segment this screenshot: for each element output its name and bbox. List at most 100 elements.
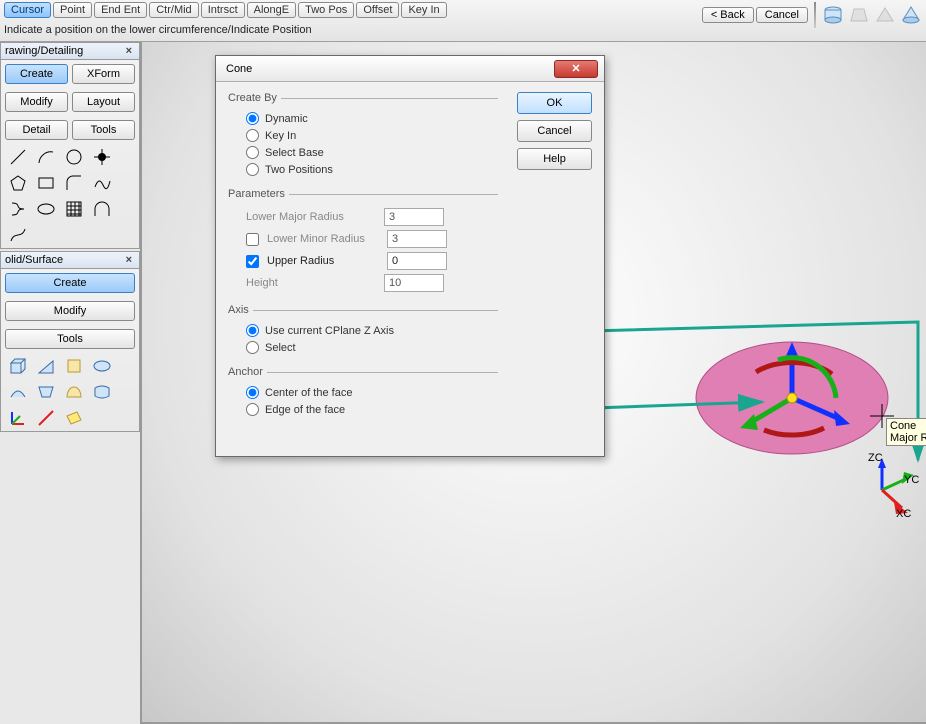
radio-dynamic[interactable] bbox=[246, 112, 259, 125]
circle-icon[interactable] bbox=[63, 146, 85, 168]
solid-extrude-icon[interactable] bbox=[63, 355, 85, 377]
sketch-icon[interactable] bbox=[7, 224, 29, 246]
drawing-modify-button[interactable]: Modify bbox=[5, 92, 68, 112]
panel-drawing-close-icon[interactable]: × bbox=[123, 45, 135, 57]
radio-axis-select-label: Select bbox=[265, 342, 296, 354]
panel-solid-title: olid/Surface bbox=[5, 254, 63, 266]
radio-two-positions[interactable] bbox=[246, 163, 259, 176]
solid-revolve-icon[interactable] bbox=[91, 355, 113, 377]
solid-axis-icon[interactable] bbox=[35, 407, 57, 429]
radio-edge-face[interactable] bbox=[246, 403, 259, 416]
cone-dialog: Cone ✕ OK Cancel Help Create By Dynamic … bbox=[215, 55, 605, 457]
solid-patch-icon[interactable] bbox=[91, 381, 113, 403]
helix-icon[interactable] bbox=[7, 198, 29, 220]
left-column: rawing/Detailing × Create XForm Modify L… bbox=[0, 42, 140, 724]
command-prompt: Indicate a position on the lower circumf… bbox=[4, 24, 312, 36]
cone-icon[interactable] bbox=[900, 5, 922, 25]
arch-icon[interactable] bbox=[91, 198, 113, 220]
ellipse-icon[interactable] bbox=[35, 198, 57, 220]
snap-cursor[interactable]: Cursor bbox=[4, 2, 51, 18]
radio-key-in[interactable] bbox=[246, 129, 259, 142]
upper-radius-input[interactable] bbox=[387, 252, 447, 270]
snap-ctr-mid[interactable]: Ctr/Mid bbox=[149, 2, 198, 18]
dialog-titlebar[interactable]: Cone ✕ bbox=[216, 56, 604, 82]
help-button[interactable]: Help bbox=[517, 148, 592, 170]
height-label: Height bbox=[246, 277, 376, 289]
panel-drawing-detailing: rawing/Detailing × Create XForm Modify L… bbox=[0, 42, 140, 249]
back-button[interactable]: < Back bbox=[702, 7, 754, 23]
toolbar-divider bbox=[814, 2, 816, 28]
line-icon[interactable] bbox=[7, 146, 29, 168]
dialog-title: Cone bbox=[226, 63, 252, 75]
radio-dynamic-label: Dynamic bbox=[265, 113, 308, 125]
panel-solid-surface: olid/Surface × Create Modify Tools bbox=[0, 251, 140, 432]
dialog-close-icon[interactable]: ✕ bbox=[554, 60, 598, 78]
lower-minor-radius-checkbox[interactable] bbox=[246, 233, 259, 246]
axis-label-xc: XC bbox=[896, 508, 911, 520]
height-input[interactable] bbox=[384, 274, 444, 292]
drawing-create-button[interactable]: Create bbox=[5, 64, 68, 84]
rectangle-icon[interactable] bbox=[35, 172, 57, 194]
anchor-group: Anchor Center of the face Edge of the fa… bbox=[228, 366, 498, 420]
anchor-legend: Anchor bbox=[228, 366, 267, 378]
upper-radius-label: Upper Radius bbox=[267, 255, 379, 267]
radio-key-in-label: Key In bbox=[265, 130, 296, 142]
solid-csys-icon[interactable] bbox=[7, 407, 29, 429]
create-by-legend: Create By bbox=[228, 92, 281, 104]
radio-use-cplane-z-label: Use current CPlane Z Axis bbox=[265, 325, 394, 337]
point-icon[interactable] bbox=[91, 146, 113, 168]
solid-tools-button[interactable]: Tools bbox=[5, 329, 135, 349]
dialog-cancel-button[interactable]: Cancel bbox=[517, 120, 592, 142]
axis-label-yc: YC bbox=[904, 474, 919, 486]
drawing-detail-button[interactable]: Detail bbox=[5, 120, 68, 140]
solid-create-button[interactable]: Create bbox=[5, 273, 135, 293]
solid-dome-icon[interactable] bbox=[63, 381, 85, 403]
lower-minor-radius-input[interactable] bbox=[387, 230, 447, 248]
radio-use-cplane-z[interactable] bbox=[246, 324, 259, 337]
cylinder-icon[interactable] bbox=[822, 5, 844, 25]
drawing-tools-button[interactable]: Tools bbox=[72, 120, 135, 140]
axis-label-zc: ZC bbox=[868, 452, 883, 464]
radio-center-face[interactable] bbox=[246, 386, 259, 399]
top-right-group: < Back Cancel bbox=[702, 2, 922, 28]
snap-offset[interactable]: Offset bbox=[356, 2, 399, 18]
snap-point[interactable]: Point bbox=[53, 2, 92, 18]
panel-drawing-title: rawing/Detailing bbox=[5, 45, 83, 57]
solid-box-icon[interactable] bbox=[7, 355, 29, 377]
polygon-icon[interactable] bbox=[7, 172, 29, 194]
parameters-group: Parameters Lower Major Radius Lower Mino… bbox=[228, 188, 498, 296]
arc-icon[interactable] bbox=[35, 146, 57, 168]
snap-alonge[interactable]: AlongE bbox=[247, 2, 296, 18]
radio-axis-select[interactable] bbox=[246, 341, 259, 354]
snap-key-in[interactable]: Key In bbox=[401, 2, 446, 18]
hatch-icon[interactable] bbox=[63, 198, 85, 220]
solid-wedge-icon[interactable] bbox=[35, 355, 57, 377]
pyramid-icon[interactable] bbox=[874, 5, 896, 25]
spline-icon[interactable] bbox=[91, 172, 113, 194]
fillet-icon[interactable] bbox=[63, 172, 85, 194]
truncated-cone-icon[interactable] bbox=[848, 5, 870, 25]
drawing-xform-button[interactable]: XForm bbox=[72, 64, 135, 84]
lower-major-radius-input[interactable] bbox=[384, 208, 444, 226]
radio-edge-face-label: Edge of the face bbox=[265, 404, 345, 416]
ok-button[interactable]: OK bbox=[517, 92, 592, 114]
solid-modify-button[interactable]: Modify bbox=[5, 301, 135, 321]
cancel-top-button[interactable]: Cancel bbox=[756, 7, 808, 23]
panel-solid-close-icon[interactable]: × bbox=[123, 254, 135, 266]
radio-select-base[interactable] bbox=[246, 146, 259, 159]
solid-loft-icon[interactable] bbox=[35, 381, 57, 403]
solid-sweep-icon[interactable] bbox=[7, 381, 29, 403]
lower-major-radius-label: Lower Major Radius bbox=[246, 211, 376, 223]
primitive-shape-icons bbox=[822, 5, 922, 25]
upper-radius-checkbox[interactable] bbox=[246, 255, 259, 268]
solid-plane-icon[interactable] bbox=[63, 407, 85, 429]
top-toolbar: Cursor Point End Ent Ctr/Mid Intrsct Alo… bbox=[0, 0, 926, 42]
parameters-legend: Parameters bbox=[228, 188, 289, 200]
axis-group: Axis Use current CPlane Z Axis Select bbox=[228, 304, 498, 358]
snap-end-ent[interactable]: End Ent bbox=[94, 2, 147, 18]
drawing-layout-button[interactable]: Layout bbox=[72, 92, 135, 112]
lower-minor-radius-label: Lower Minor Radius bbox=[267, 233, 379, 245]
radio-select-base-label: Select Base bbox=[265, 147, 324, 159]
snap-two-pos[interactable]: Two Pos bbox=[298, 2, 354, 18]
snap-intrsct[interactable]: Intrsct bbox=[201, 2, 245, 18]
